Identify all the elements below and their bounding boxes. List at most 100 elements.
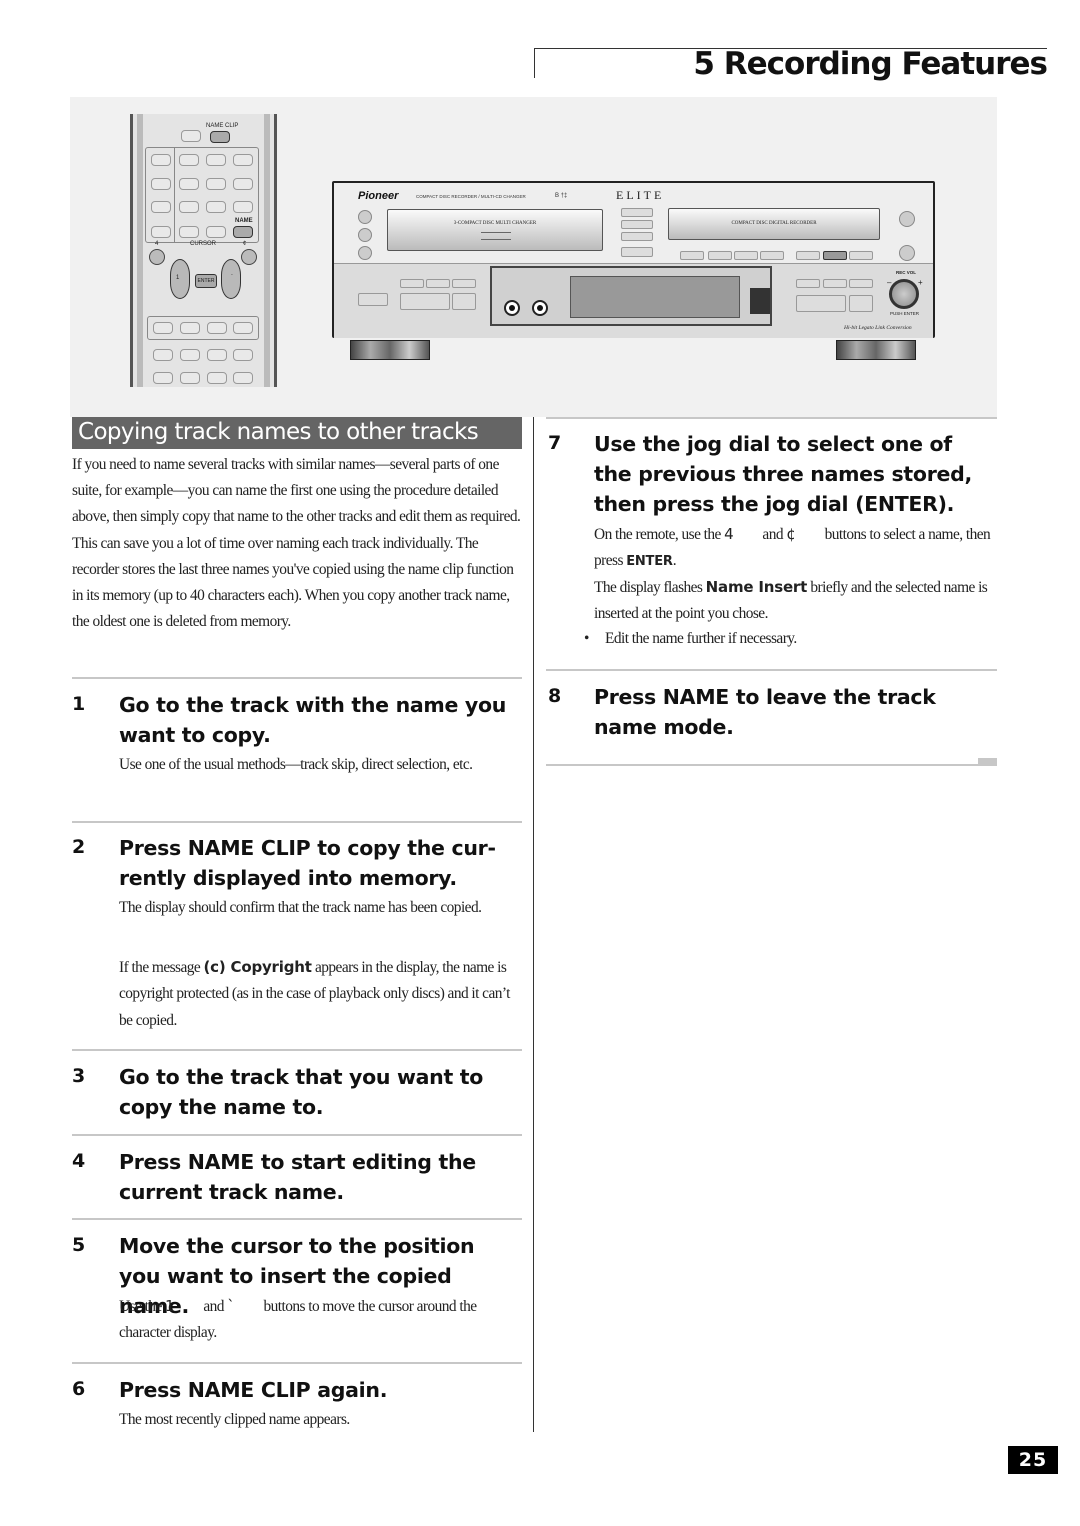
step-number: 3 bbox=[72, 1065, 86, 1087]
bullet-item: • Edit the name further if necessary. bbox=[584, 626, 994, 652]
remote-button bbox=[233, 201, 253, 213]
enter-keyword: ENTER bbox=[626, 554, 673, 570]
divider bbox=[72, 1362, 522, 1364]
remote-button bbox=[233, 322, 253, 334]
remote-button bbox=[151, 178, 171, 190]
remote-button bbox=[153, 349, 173, 361]
step-title: Use the jog dial to select one of the pr… bbox=[594, 432, 972, 516]
recorder-tray: COMPACT DISC DIGITAL RECORDER bbox=[668, 208, 880, 240]
step-number: 1 bbox=[72, 693, 86, 715]
divider bbox=[72, 821, 522, 823]
elite-logo: ELITE bbox=[616, 188, 665, 202]
step-body-note: If the message (c) Copyright appears in … bbox=[119, 958, 510, 1029]
deck-button bbox=[358, 210, 372, 224]
page-number: 25 bbox=[1008, 1446, 1058, 1474]
group-divider bbox=[174, 147, 175, 243]
copyright-message: (c) Copyright bbox=[203, 958, 312, 976]
deck-button bbox=[621, 208, 653, 217]
remote-button bbox=[233, 178, 253, 190]
cursor-right-symbol: ` bbox=[227, 1297, 235, 1315]
remote-control-illustration: NAME CLIP NAME 4 CURSOR ¢ 1 ` ENTER bbox=[130, 114, 277, 387]
deck-button bbox=[899, 211, 915, 227]
column-divider bbox=[533, 417, 534, 1432]
divider bbox=[72, 1134, 522, 1136]
step-title: Go to the track that you want to copy th… bbox=[119, 1065, 484, 1119]
prev-label: 4 bbox=[155, 241, 159, 247]
remote-button bbox=[179, 226, 199, 238]
remote-button bbox=[233, 154, 253, 166]
step-title: Press NAME to leave the track name mode. bbox=[594, 685, 936, 739]
remote-button bbox=[151, 201, 171, 213]
name-label: NAME bbox=[235, 218, 253, 224]
name-button-deck bbox=[823, 251, 847, 260]
mic-jack bbox=[532, 300, 548, 316]
jog-dial bbox=[889, 279, 919, 309]
step-body-note: The display flashes Name Insert briefly … bbox=[594, 578, 988, 623]
brand-subtitle: COMPACT DISC RECORDER / MULTI-CD CHANGER bbox=[416, 194, 526, 199]
name-clip-button bbox=[210, 131, 230, 143]
deck-foot bbox=[350, 340, 430, 360]
remote-button bbox=[179, 178, 199, 190]
cd-recorder-illustration: Pioneer COMPACT DISC RECORDER / MULTI-CD… bbox=[332, 181, 935, 338]
step-body: Use the 1 and ` buttons to move the curs… bbox=[119, 1297, 477, 1342]
step-body: The display should confirm that the trac… bbox=[119, 899, 482, 916]
remote-button bbox=[151, 226, 171, 238]
deck-button bbox=[621, 232, 653, 241]
step-body: The most recently clipped name appears. bbox=[119, 1411, 350, 1428]
compact-disc-logo bbox=[750, 288, 770, 314]
tray-grip bbox=[481, 232, 511, 240]
remote-button bbox=[206, 154, 226, 166]
push-enter-label: PUSH ENTER bbox=[890, 311, 920, 316]
cursor-left-symbol: 1 bbox=[165, 1297, 175, 1315]
section-end-marker bbox=[978, 758, 997, 765]
step-body: Use one of the usual methods—track skip,… bbox=[119, 756, 473, 773]
intro-paragraph: If you need to name several tracks with … bbox=[72, 456, 521, 631]
cursor-left-button: 1 bbox=[170, 259, 190, 299]
remote-button bbox=[206, 201, 226, 213]
step-number: 4 bbox=[72, 1150, 86, 1172]
remote-button bbox=[151, 154, 171, 166]
step-body: On the remote, use the 4 and ¢ buttons t… bbox=[594, 525, 991, 570]
brand-mark: B †‡ bbox=[555, 193, 568, 199]
deck-button bbox=[621, 247, 653, 257]
name-clip-label: NAME CLIP bbox=[206, 123, 239, 129]
bullet-icon: • bbox=[584, 630, 589, 647]
remote-button bbox=[153, 372, 173, 384]
step-title: Press NAME to start editing the current … bbox=[119, 1150, 476, 1204]
remote-button bbox=[179, 201, 199, 213]
prev-track-symbol: 4 bbox=[724, 525, 734, 543]
deck-button bbox=[358, 228, 372, 242]
remote-button bbox=[233, 349, 253, 361]
chapter-title: 5 Recording Features bbox=[693, 46, 1048, 82]
lcd-display bbox=[570, 276, 740, 318]
remote-button bbox=[180, 349, 200, 361]
illustration-panel: NAME CLIP NAME 4 CURSOR ¢ 1 ` ENTER Pion… bbox=[70, 97, 997, 417]
enter-button: ENTER bbox=[195, 274, 217, 288]
step-number: 2 bbox=[72, 836, 86, 858]
cursor-label: CURSOR bbox=[190, 241, 217, 247]
deck-button bbox=[899, 245, 915, 261]
remote-button bbox=[181, 130, 201, 142]
step-number: 5 bbox=[72, 1234, 86, 1256]
chapter-rule-tick bbox=[534, 48, 535, 78]
next-track-symbol: ¢ bbox=[786, 525, 796, 543]
deck-foot bbox=[836, 340, 916, 360]
remote-button bbox=[207, 322, 227, 334]
step-number: 7 bbox=[548, 432, 562, 454]
brand-logo: Pioneer bbox=[358, 190, 399, 202]
headphone-jack bbox=[504, 300, 520, 316]
deck-button bbox=[358, 246, 372, 260]
front-display bbox=[490, 266, 772, 326]
step-title: Press NAME CLIP again. bbox=[119, 1378, 388, 1402]
divider bbox=[546, 417, 997, 419]
prev-track-button bbox=[149, 249, 165, 265]
remote-button bbox=[206, 178, 226, 190]
divider bbox=[72, 1049, 522, 1051]
deck-button bbox=[621, 220, 653, 229]
remote-button bbox=[153, 322, 173, 334]
remote-button bbox=[179, 154, 199, 166]
remote-button bbox=[207, 372, 227, 384]
remote-button bbox=[180, 372, 200, 384]
step-title: Go to the track with the name you want t… bbox=[119, 693, 507, 747]
step-number: 8 bbox=[548, 685, 562, 707]
